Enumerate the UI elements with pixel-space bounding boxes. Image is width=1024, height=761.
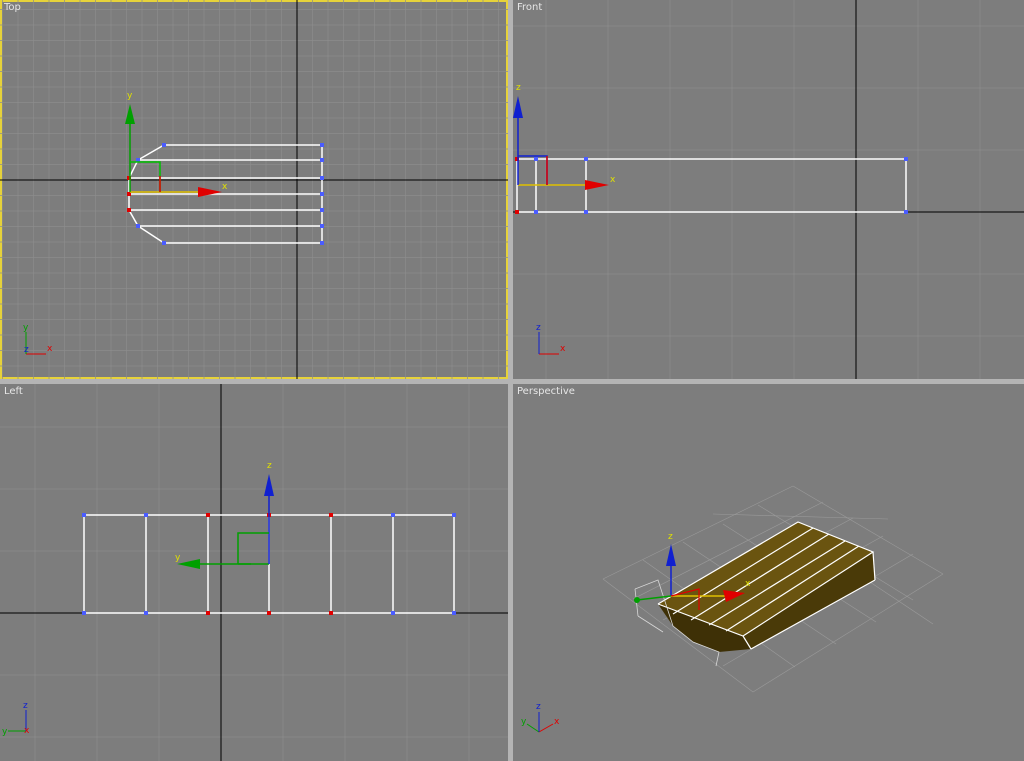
axis-tripod: x y z — [521, 702, 560, 733]
svg-text:z: z — [23, 701, 28, 711]
svg-text:y: y — [521, 717, 527, 727]
gizmo-y-label: y — [175, 553, 181, 563]
svg-text:z: z — [24, 345, 29, 355]
viewport-left-canvas[interactable]: y z y z x — [0, 384, 508, 761]
gizmo-x-label: x — [610, 175, 616, 185]
viewport-left-label[interactable]: Left — [4, 386, 23, 397]
viewport-front[interactable]: Front x z x z — [513, 0, 1024, 379]
svg-text:x: x — [560, 344, 566, 354]
viewport-left[interactable]: Left y z y z x — [0, 384, 508, 761]
viewport-perspective-label[interactable]: Perspective — [517, 386, 575, 397]
axis-tripod: x z — [536, 323, 566, 355]
gizmo-x-label: x — [745, 579, 751, 589]
gizmo-y-label: y — [127, 91, 133, 101]
grid — [0, 384, 508, 761]
viewport-top-canvas[interactable]: x y x y z — [0, 0, 508, 379]
axis-tripod: y z x — [2, 701, 30, 737]
viewport-front-label[interactable]: Front — [517, 2, 542, 13]
move-gizmo[interactable]: x z — [513, 83, 616, 190]
grid — [513, 0, 1024, 379]
move-gizmo[interactable]: x y — [125, 91, 228, 197]
svg-text:z: z — [536, 702, 541, 712]
viewport-perspective[interactable]: Perspective x z x y z — [513, 384, 1024, 761]
viewport-top[interactable]: Top x y x y z — [0, 0, 508, 379]
viewport-top-label[interactable]: Top — [4, 2, 21, 13]
svg-text:x: x — [47, 344, 53, 354]
svg-text:z: z — [536, 323, 541, 333]
svg-text:x: x — [24, 726, 30, 736]
gizmo-z-label: z — [668, 532, 673, 542]
box-wireframe[interactable] — [128, 144, 323, 244]
viewport-perspective-canvas[interactable]: x z x y z — [513, 384, 1024, 761]
grid — [0, 0, 508, 379]
gizmo-z-label: z — [267, 461, 272, 471]
viewport-front-canvas[interactable]: x z x z — [513, 0, 1024, 379]
svg-text:y: y — [2, 727, 8, 737]
gizmo-z-label: z — [516, 83, 521, 93]
gizmo-x-label: x — [222, 182, 228, 192]
svg-text:y: y — [23, 323, 29, 333]
svg-text:x: x — [554, 717, 560, 727]
